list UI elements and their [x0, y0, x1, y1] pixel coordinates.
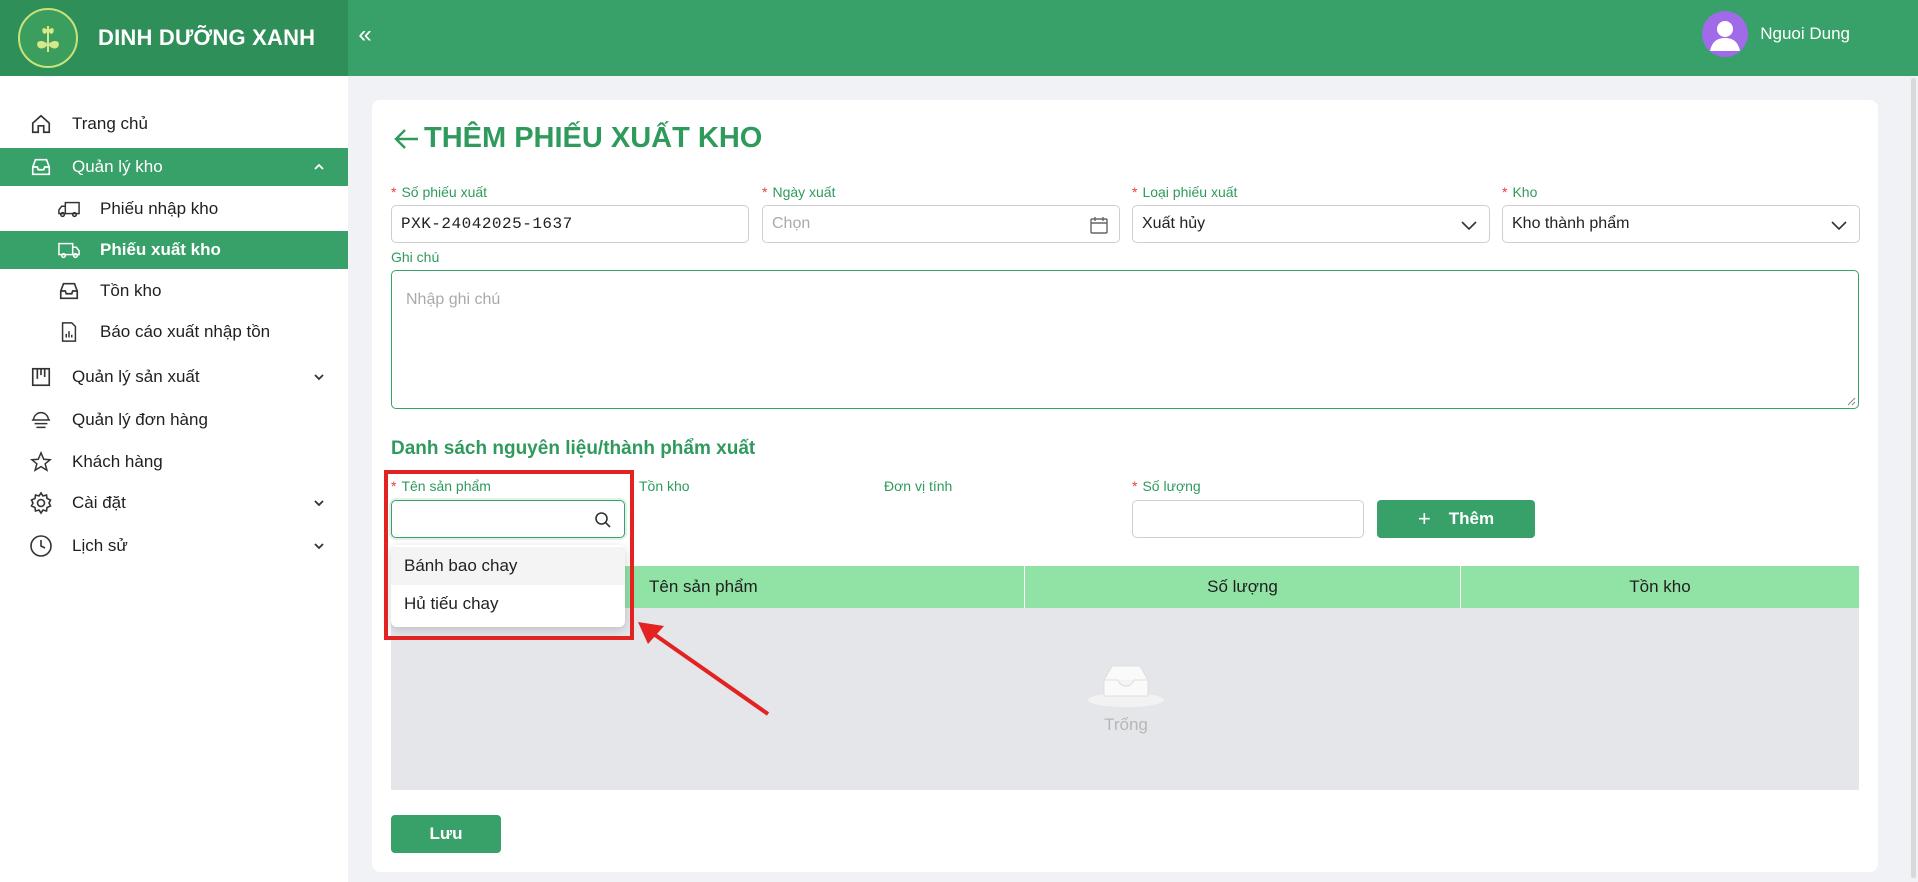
column-header: Tồn kho — [1629, 577, 1691, 596]
kho-select[interactable]: Kho thành phẩm — [1502, 205, 1860, 243]
ghi-chu-placeholder: Nhập ghi chú — [406, 291, 501, 308]
save-button[interactable]: Lưu — [391, 815, 501, 853]
sidebar: Trang chủ Quản lý kho Phiếu nhập kho Phi… — [0, 76, 348, 882]
ton-kho-label: Tồn kho — [639, 478, 690, 494]
sidebar-item-label: Quản lý kho — [72, 157, 163, 176]
chevron-down-icon — [314, 543, 324, 550]
quantity-input[interactable] — [1132, 500, 1364, 538]
truck-in-icon — [56, 196, 82, 222]
so-phieu-field[interactable]: PXK-24042025-1637 — [391, 205, 749, 243]
sidebar-item-label: Phiếu nhập kho — [100, 199, 219, 218]
sidebar-item-khach-hang[interactable]: Khách hàng — [0, 443, 348, 481]
ghi-chu-label: Ghi chú — [391, 249, 440, 265]
so-luong-label: * Số lượng — [1132, 478, 1201, 494]
sidebar-item-label: Lịch sử — [72, 536, 128, 555]
ngay-xuat-field[interactable]: Chọn — [762, 205, 1120, 243]
chevron-down-icon — [1461, 221, 1477, 231]
sidebar-item-label: Khách hàng — [72, 452, 163, 471]
chevron-down-icon — [1831, 221, 1847, 231]
form-card: THÊM PHIẾU XUẤT KHO * Số phiếu xuất * Ngày… — [372, 100, 1878, 872]
app-logo — [18, 8, 78, 68]
sidebar-item-don-hang[interactable]: Quản lý đơn hàng — [0, 401, 348, 439]
resize-handle-icon[interactable] — [1846, 396, 1856, 406]
so-phieu-label: * Số phiếu xuất — [391, 184, 488, 200]
plus-icon: + — [1417, 506, 1431, 531]
collapse-sidebar-icon[interactable]: « — [350, 20, 380, 50]
app-name: DINH DƯỠNG XANH — [98, 25, 316, 50]
board-icon — [28, 364, 54, 390]
calendar-icon[interactable] — [1089, 215, 1109, 235]
star-icon — [28, 449, 54, 475]
back-arrow-icon[interactable] — [392, 124, 422, 154]
user-name[interactable]: Nguoi Dung — [1760, 24, 1850, 44]
add-item-button[interactable]: + Thêm — [1377, 500, 1535, 538]
avatar[interactable] — [1702, 11, 1749, 57]
scrollbar-thumb[interactable] — [1911, 78, 1916, 878]
sidebar-item-label: Quản lý sản xuất — [72, 367, 200, 386]
page-scrollbar[interactable] — [1908, 76, 1918, 882]
chevron-up-icon — [314, 163, 324, 170]
chevron-down-icon — [314, 500, 324, 507]
sidebar-item-label: Phiếu xuất kho — [100, 240, 221, 259]
inbox-icon — [56, 278, 82, 304]
empty-state: Trống — [1081, 656, 1171, 735]
add-button-label: Thêm — [1448, 509, 1495, 528]
report-icon — [56, 319, 82, 345]
chevron-down-icon — [314, 374, 324, 381]
sidebar-item-san-xuat[interactable]: Quản lý sản xuất — [0, 358, 348, 396]
sidebar-item-bao-cao[interactable]: Báo cáo xuất nhập tồn — [0, 313, 348, 351]
loai-phieu-label: * Loại phiếu xuất — [1132, 184, 1238, 200]
page-title: THÊM PHIẾU XUẤT KHO — [392, 122, 762, 155]
ngay-xuat-label: * Ngày xuất — [762, 184, 836, 200]
annotation-arrow — [638, 622, 770, 716]
kho-label: * Kho — [1502, 184, 1538, 200]
items-section-title: Danh sách nguyên liệu/thành phẩm xuất — [391, 438, 756, 459]
top-header: DINH DƯỠNG XANH « Nguoi Dung — [0, 0, 1918, 76]
annotation-highlight-box — [384, 470, 634, 640]
order-icon — [28, 407, 54, 433]
sidebar-item-home[interactable]: Trang chủ — [0, 105, 348, 143]
sidebar-item-label: Tồn kho — [100, 281, 162, 300]
sidebar-item-cai-dat[interactable]: Cài đặt — [0, 484, 348, 522]
page-title-text: THÊM PHIẾU XUẤT KHO — [424, 122, 763, 154]
sidebar-item-warehouse[interactable]: Quản lý kho — [0, 148, 348, 186]
sidebar-item-phieu-nhap-kho[interactable]: Phiếu nhập kho — [0, 190, 348, 228]
truck-out-icon — [56, 237, 82, 263]
empty-text: Trống — [1104, 715, 1148, 734]
home-icon — [28, 111, 54, 137]
sidebar-item-label: Cài đặt — [72, 493, 126, 512]
empty-inbox-icon — [1088, 665, 1164, 707]
don-vi-tinh-label: Đơn vị tính — [884, 478, 953, 494]
loai-phieu-select[interactable]: Xuất hủy — [1132, 205, 1490, 243]
brand: DINH DƯỠNG XANH — [0, 0, 348, 76]
gear-icon — [28, 490, 54, 516]
clock-icon — [28, 533, 54, 559]
sidebar-item-ton-kho[interactable]: Tồn kho — [0, 272, 348, 310]
sidebar-item-phieu-xuat-kho[interactable]: Phiếu xuất kho — [0, 231, 348, 269]
ghi-chu-textarea[interactable]: Nhập ghi chú — [391, 270, 1859, 409]
sidebar-item-label: Quản lý đơn hàng — [72, 410, 208, 429]
sidebar-item-label: Trang chủ — [72, 114, 148, 133]
inbox-icon — [28, 154, 54, 180]
user-menu[interactable]: Nguoi Dung — [1702, 11, 1850, 57]
sidebar-item-label: Báo cáo xuất nhập tồn — [100, 322, 271, 341]
column-header: Số lượng — [1025, 566, 1461, 608]
sidebar-item-lich-su[interactable]: Lịch sử — [0, 527, 348, 565]
